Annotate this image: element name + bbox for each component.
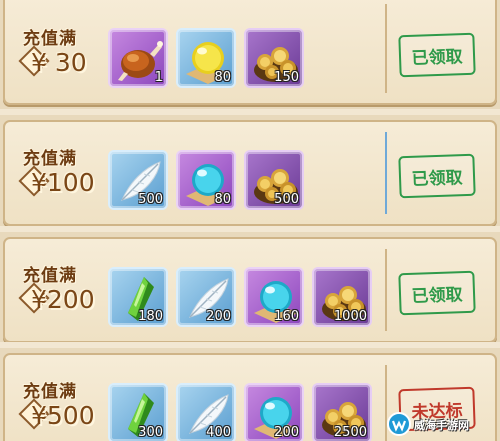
- item-quantity: 150: [274, 70, 299, 85]
- reward-item-slot[interactable]: 80: [176, 150, 236, 210]
- reward-tier-row: 充值满 ¥ 30 1 80 150 已领取: [3, 0, 497, 105]
- tier-label: 充值满: [23, 149, 77, 169]
- tier-price: ¥500: [31, 401, 95, 430]
- reward-item-slot[interactable]: 1: [108, 28, 168, 88]
- reward-item-slot[interactable]: 300: [108, 383, 168, 441]
- item-quantity: 80: [214, 70, 231, 85]
- tier-price: ¥200: [31, 285, 95, 314]
- reward-item-slot[interactable]: 200: [176, 267, 236, 327]
- row-gap: [0, 109, 500, 115]
- claimed-stamp[interactable]: 已领取: [398, 153, 476, 199]
- site-watermark: 威海手游网: [384, 409, 494, 439]
- item-quantity: 1000: [333, 309, 367, 324]
- row-gap: [0, 226, 500, 232]
- row-divider: [385, 4, 387, 93]
- tier-threshold: 充值满 ¥ 30: [11, 24, 111, 94]
- reward-item-slot[interactable]: 1000: [312, 267, 372, 327]
- reward-item-slot[interactable]: 80: [176, 28, 236, 88]
- item-quantity: 2500: [333, 425, 367, 440]
- claimed-stamp[interactable]: 已领取: [398, 270, 476, 316]
- site-logo-icon: [387, 412, 411, 436]
- reward-item-slot[interactable]: 2500: [312, 383, 372, 441]
- item-quantity: 1: [154, 70, 163, 85]
- reward-item-slot[interactable]: 500: [108, 150, 168, 210]
- tier-label: 充值满: [23, 382, 77, 402]
- item-quantity: 400: [206, 425, 231, 440]
- reward-item-slot[interactable]: 200: [244, 383, 304, 441]
- tier-threshold: 充值满 ¥200: [11, 261, 111, 331]
- item-quantity: 200: [274, 425, 299, 440]
- tier-threshold: 充值满 ¥500: [11, 377, 111, 441]
- row-gap: [0, 342, 500, 348]
- reward-tier-row: 充值满 ¥100 500 80 500 已领取: [3, 120, 497, 226]
- item-quantity: 180: [138, 309, 163, 324]
- reward-item-slot[interactable]: 150: [244, 28, 304, 88]
- tier-price: ¥100: [31, 168, 95, 197]
- reward-item-slot[interactable]: 500: [244, 150, 304, 210]
- reward-item-slot[interactable]: 400: [176, 383, 236, 441]
- claimed-stamp[interactable]: 已领取: [398, 32, 476, 78]
- row-divider: [385, 249, 387, 331]
- watermark-text: 威海手游网: [414, 419, 469, 432]
- tier-label: 充值满: [23, 266, 77, 286]
- item-quantity: 200: [206, 309, 231, 324]
- item-quantity: 500: [138, 192, 163, 207]
- reward-item-slot[interactable]: 180: [108, 267, 168, 327]
- item-quantity: 160: [274, 309, 299, 324]
- item-quantity: 500: [274, 192, 299, 207]
- reward-tier-row: 充值满 ¥200 180 200 160 1000 已领取: [3, 237, 497, 343]
- reward-item-slot[interactable]: 160: [244, 267, 304, 327]
- tier-threshold: 充值满 ¥100: [11, 144, 111, 214]
- item-quantity: 300: [138, 425, 163, 440]
- tier-label: 充值满: [23, 29, 77, 49]
- row-divider: [385, 132, 387, 214]
- tier-price: ¥ 30: [31, 48, 87, 77]
- item-quantity: 80: [214, 192, 231, 207]
